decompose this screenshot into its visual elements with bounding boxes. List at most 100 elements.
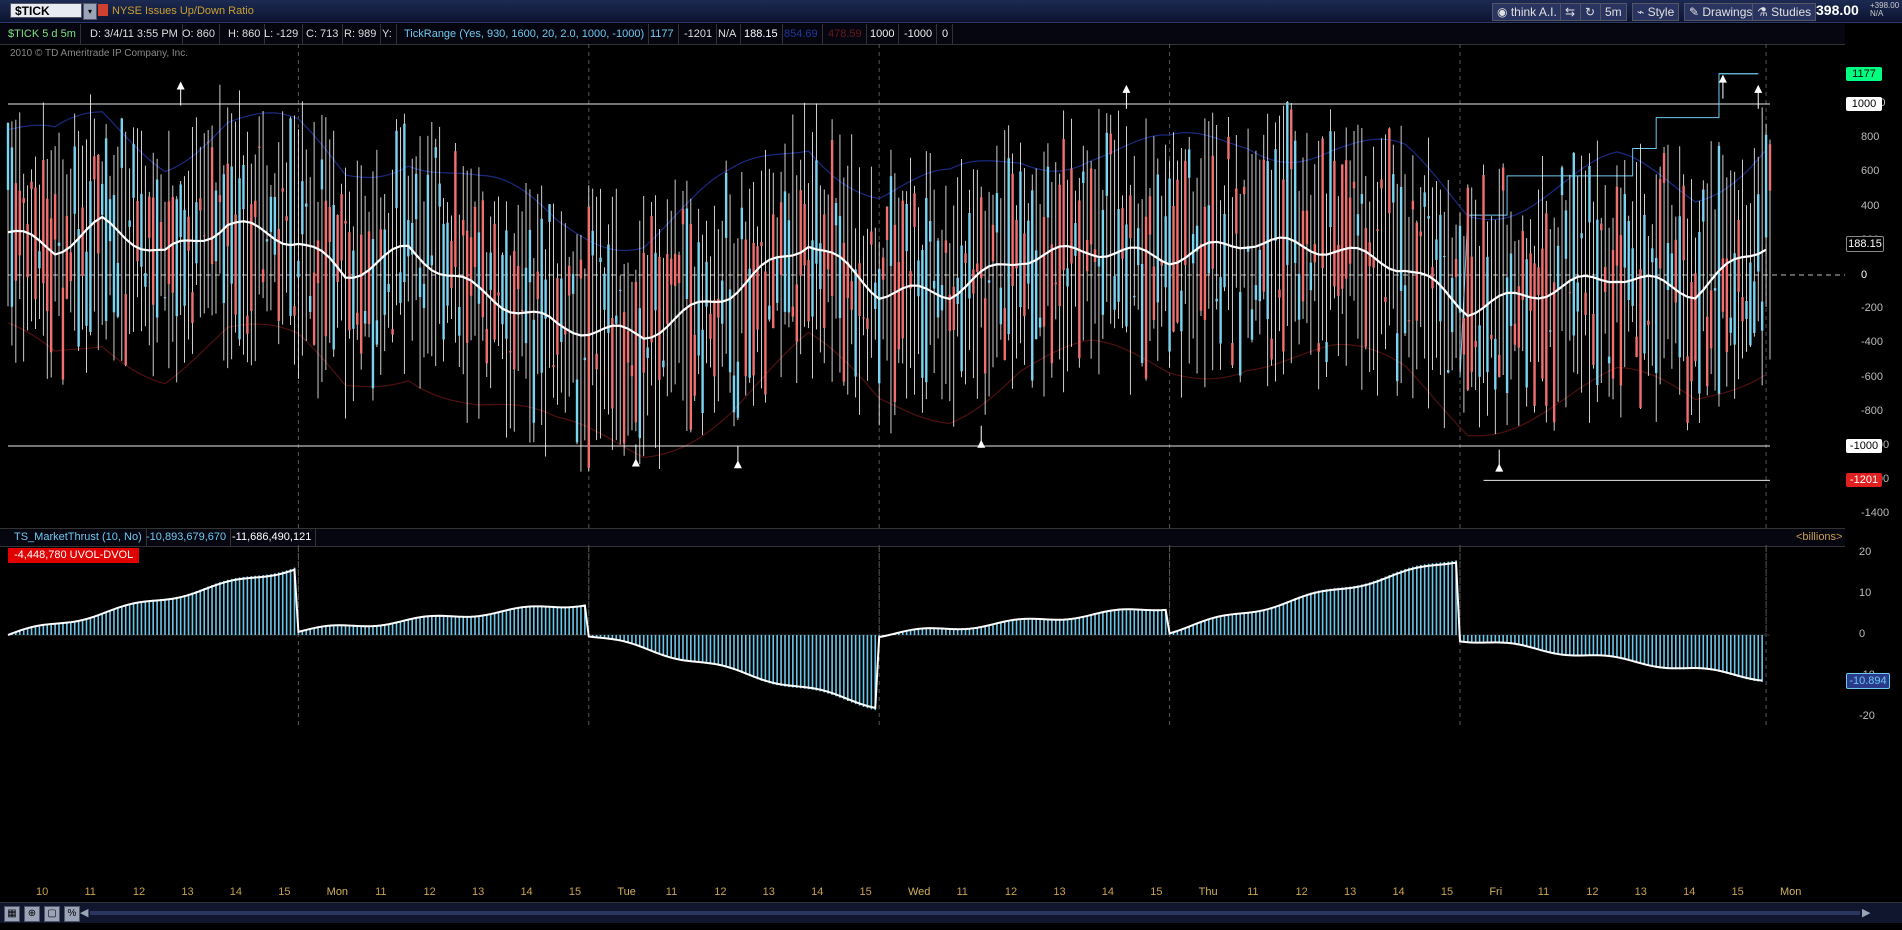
scrollbar[interactable] [90, 911, 1860, 915]
candle-body [1564, 210, 1568, 259]
candle-body [18, 190, 21, 256]
time-axis-label: 12 [714, 886, 727, 898]
signal-arrow-up [1122, 84, 1131, 93]
crosshair-icon[interactable]: ⊕ [24, 906, 40, 922]
candle-body [477, 232, 481, 304]
candle-body [1250, 309, 1254, 340]
time-axis-label: 11 [956, 886, 968, 898]
candle-body [1768, 144, 1772, 191]
scroll-right-icon[interactable]: ▶ [1862, 906, 1874, 920]
time-axis-label: Thu [1198, 886, 1218, 898]
market-thrust-chart[interactable] [0, 545, 1845, 725]
study-label[interactable]: TickRange (Yes, 930, 1600, 20, 2.0, 1000… [400, 24, 650, 44]
candle-body [618, 289, 622, 291]
candle-body [693, 334, 696, 396]
link-icon[interactable]: ⇆ [1560, 3, 1582, 21]
candle-body [285, 216, 288, 221]
zoom-icon[interactable]: ▢ [44, 906, 60, 922]
candle-body [560, 278, 563, 342]
candle-body [320, 159, 324, 190]
candle-body [681, 209, 685, 225]
percent-icon[interactable]: % [64, 906, 80, 922]
candle-body [469, 237, 473, 296]
candle-body [528, 229, 532, 283]
candle-body [1207, 205, 1211, 274]
flag-icon[interactable] [98, 4, 108, 16]
candle-body [348, 232, 351, 331]
aggregation-label[interactable]: $TICK 5 d 5m [4, 24, 81, 44]
time-axis-label: 13 [181, 886, 194, 898]
candle-body [1576, 282, 1579, 312]
candle-body [167, 201, 171, 285]
candle-body [422, 283, 426, 309]
candle-body [238, 178, 241, 340]
time-axis[interactable]: 10 11 12 13 14 15 Mon 11 12 13 14 15 Tue 11 12 13 14 15 We… [0, 884, 1845, 902]
candle-body [1560, 167, 1564, 196]
candle-body [760, 242, 763, 247]
candle-body [1305, 210, 1309, 245]
candle-body [195, 202, 198, 264]
candle-body [1541, 248, 1544, 379]
candle-body [611, 317, 614, 409]
candle-body [905, 204, 908, 252]
candle-body [89, 181, 92, 332]
studies-button[interactable]: ⚗ Studies [1752, 3, 1817, 21]
thrust-axis-tick: 20 [1859, 546, 1872, 558]
candle-body [1109, 133, 1112, 155]
candle-body [638, 308, 642, 439]
candle-body [634, 281, 638, 423]
candle-body [901, 200, 904, 339]
timeframe-button[interactable]: 5m [1600, 3, 1627, 21]
candle-body [1007, 158, 1010, 335]
candle-body [1113, 276, 1116, 310]
sync-icon[interactable]: ↻ [1580, 3, 1602, 21]
time-axis-label: Tue [617, 886, 636, 898]
candle-body [740, 207, 744, 240]
candle-body [532, 319, 536, 423]
signal-arrow-up [1718, 74, 1727, 83]
candle-body [1639, 269, 1642, 408]
candle-body [976, 263, 979, 272]
candle-body [497, 292, 500, 296]
candle-body [1223, 213, 1226, 288]
style-button[interactable]: ⌁ Style [1632, 3, 1680, 21]
candle-body [328, 207, 331, 242]
grid-icon[interactable]: ▦ [4, 906, 20, 922]
price-tag: 188.15 [1846, 235, 1884, 252]
drawings-button[interactable]: ✎ Drawings [1684, 3, 1758, 21]
candle-body [473, 206, 477, 268]
candle-body [650, 216, 653, 343]
candle-body [1498, 354, 1501, 377]
price-axis[interactable]: 10008006004002000-200-400-600-800-1000-1… [1845, 44, 1902, 632]
candle-body [273, 197, 277, 255]
candle-body [1227, 136, 1230, 160]
time-axis-label: 11 [1247, 886, 1259, 898]
scroll-left-icon[interactable]: ◀ [80, 906, 90, 920]
candle-body [846, 262, 849, 299]
symbol-input[interactable]: $TICK [10, 3, 82, 18]
lower-study-value-1: -10,893,679,670 [142, 529, 232, 546]
candle-body [462, 220, 465, 236]
candle-body [465, 230, 469, 343]
candle-body [1509, 253, 1513, 327]
thrust-value-tag: -10.894 [1846, 672, 1890, 689]
lower-study-label[interactable]: TS_MarketThrust (10, No) [10, 529, 147, 546]
candle-body [1027, 220, 1030, 284]
think-ai-label: think A.I. [1510, 5, 1557, 19]
candle-body [108, 199, 112, 242]
candle-body [1545, 213, 1548, 406]
thrust-axis[interactable]: 20100-10-20-10.894 [1845, 545, 1902, 725]
candle-body [1651, 248, 1654, 263]
candle-body [783, 191, 787, 312]
think-ai-button[interactable]: ◉ think A.I. [1492, 3, 1562, 21]
candle-body [454, 151, 457, 268]
candle-body [246, 315, 249, 334]
candle-body [1066, 268, 1069, 287]
candle-body [1733, 253, 1736, 345]
signal-arrow-up [1754, 84, 1763, 93]
candle-body [1678, 216, 1681, 358]
candle-body [944, 240, 948, 253]
symbol-dropdown-button[interactable]: ▾ [83, 3, 97, 20]
price-tag: -1000 [1846, 439, 1882, 453]
candle-body [1443, 256, 1446, 258]
